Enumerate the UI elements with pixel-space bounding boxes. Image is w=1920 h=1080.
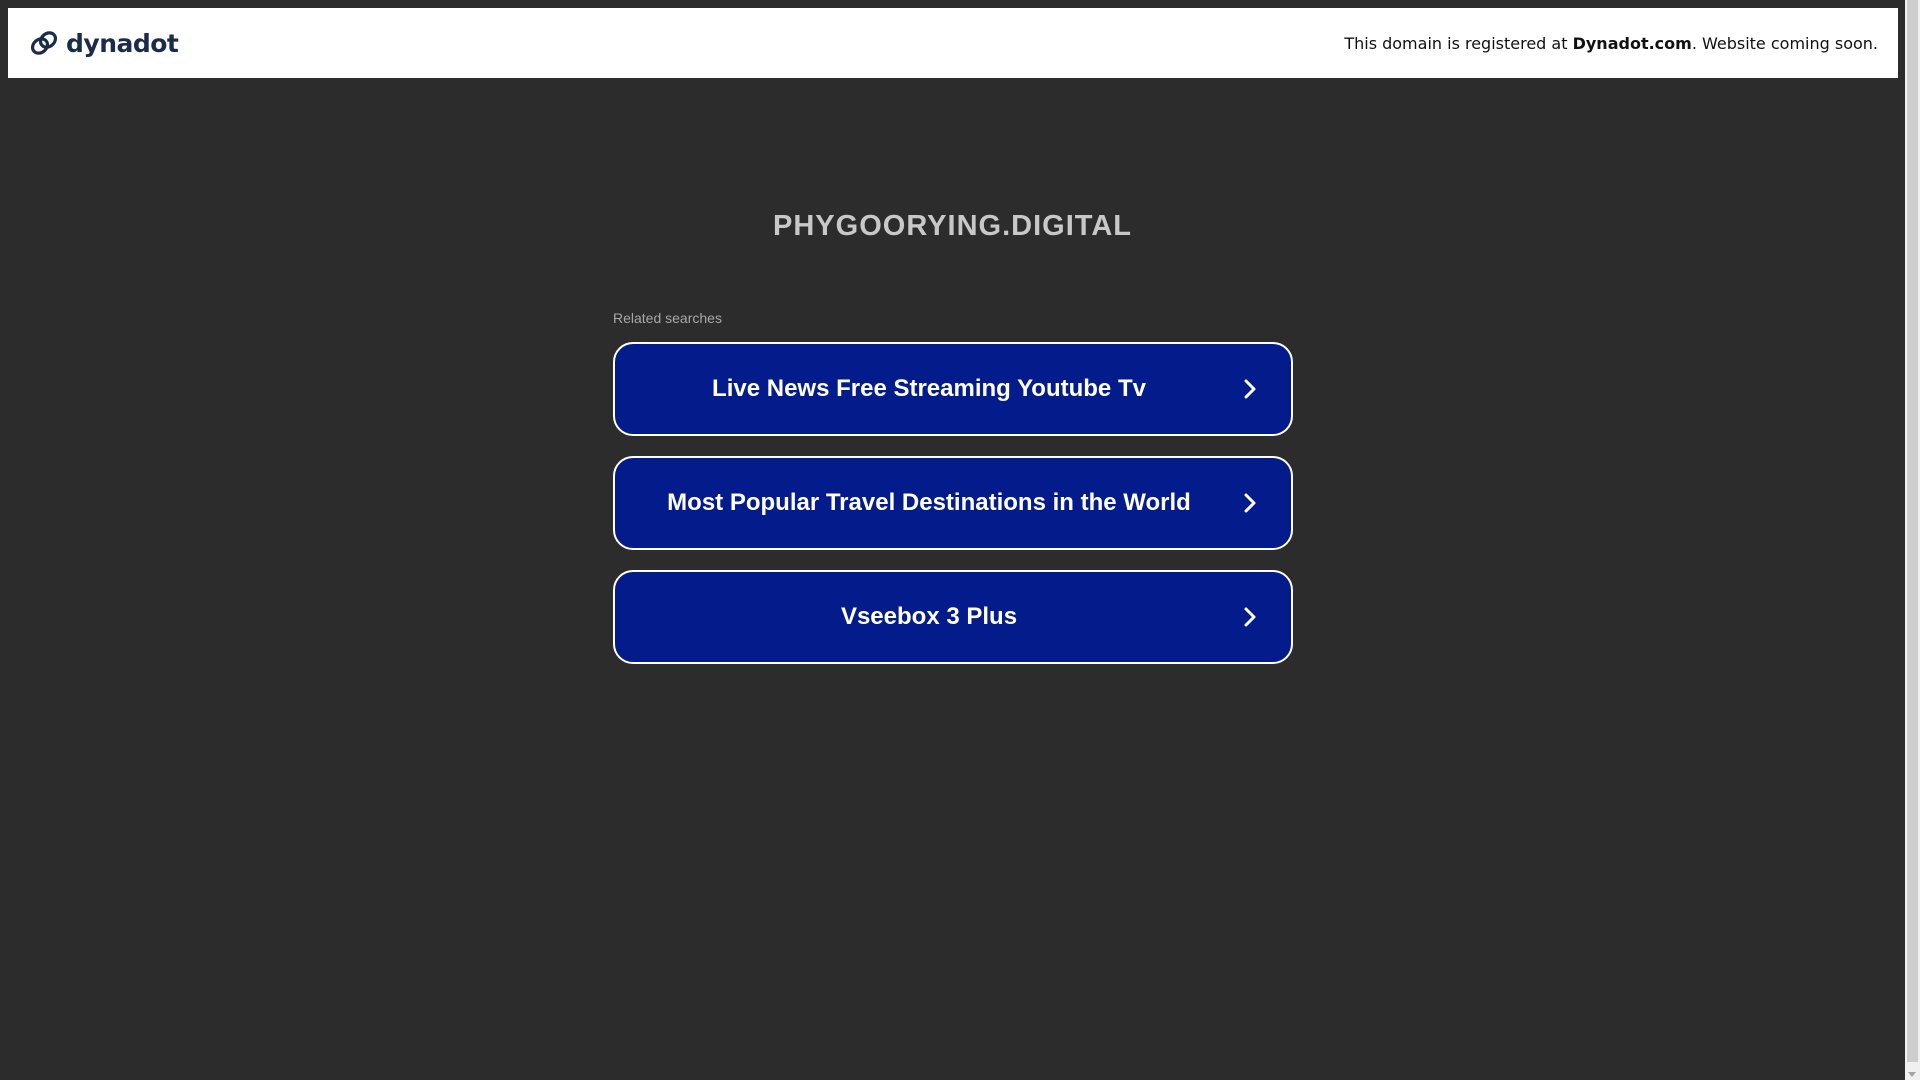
- chevron-right-icon: [1244, 493, 1256, 513]
- related-search-button[interactable]: Live News Free Streaming Youtube Tv: [613, 342, 1293, 436]
- related-search-button[interactable]: Vseebox 3 Plus: [613, 570, 1293, 664]
- related-search-list: Live News Free Streaming Youtube Tv Most…: [613, 342, 1293, 684]
- related-search-label: Most Popular Travel Destinations in the …: [667, 489, 1191, 516]
- page: dynadot This domain is registered at Dyn…: [0, 0, 1920, 1080]
- brand-name: dynadot: [66, 28, 179, 58]
- related-search-label: Live News Free Streaming Youtube Tv: [712, 375, 1146, 402]
- scrollbar-thumb[interactable]: [1907, 0, 1918, 1062]
- dynadot-logo-icon: [30, 31, 58, 55]
- registrar-name: Dynadot.com: [1572, 33, 1692, 53]
- related-search-button[interactable]: Most Popular Travel Destinations in the …: [613, 456, 1293, 550]
- domain-title: PHYGOORYING.DIGITAL: [773, 210, 1132, 242]
- message-suffix: . Website coming soon.: [1691, 33, 1878, 53]
- dynadot-logo-link[interactable]: dynadot: [28, 27, 179, 59]
- top-banner: dynadot This domain is registered at Dyn…: [8, 8, 1898, 78]
- related-search-label: Vseebox 3 Plus: [840, 603, 1018, 630]
- scroll-down-arrow-icon[interactable]: [1908, 1072, 1916, 1077]
- chevron-right-icon: [1244, 607, 1256, 627]
- related-searches-label: Related searches: [613, 310, 722, 326]
- registration-message: This domain is registered at Dynadot.com…: [1344, 34, 1878, 53]
- chevron-right-icon: [1244, 379, 1256, 399]
- vertical-scrollbar[interactable]: [1905, 0, 1920, 1080]
- message-prefix: This domain is registered at: [1344, 33, 1573, 53]
